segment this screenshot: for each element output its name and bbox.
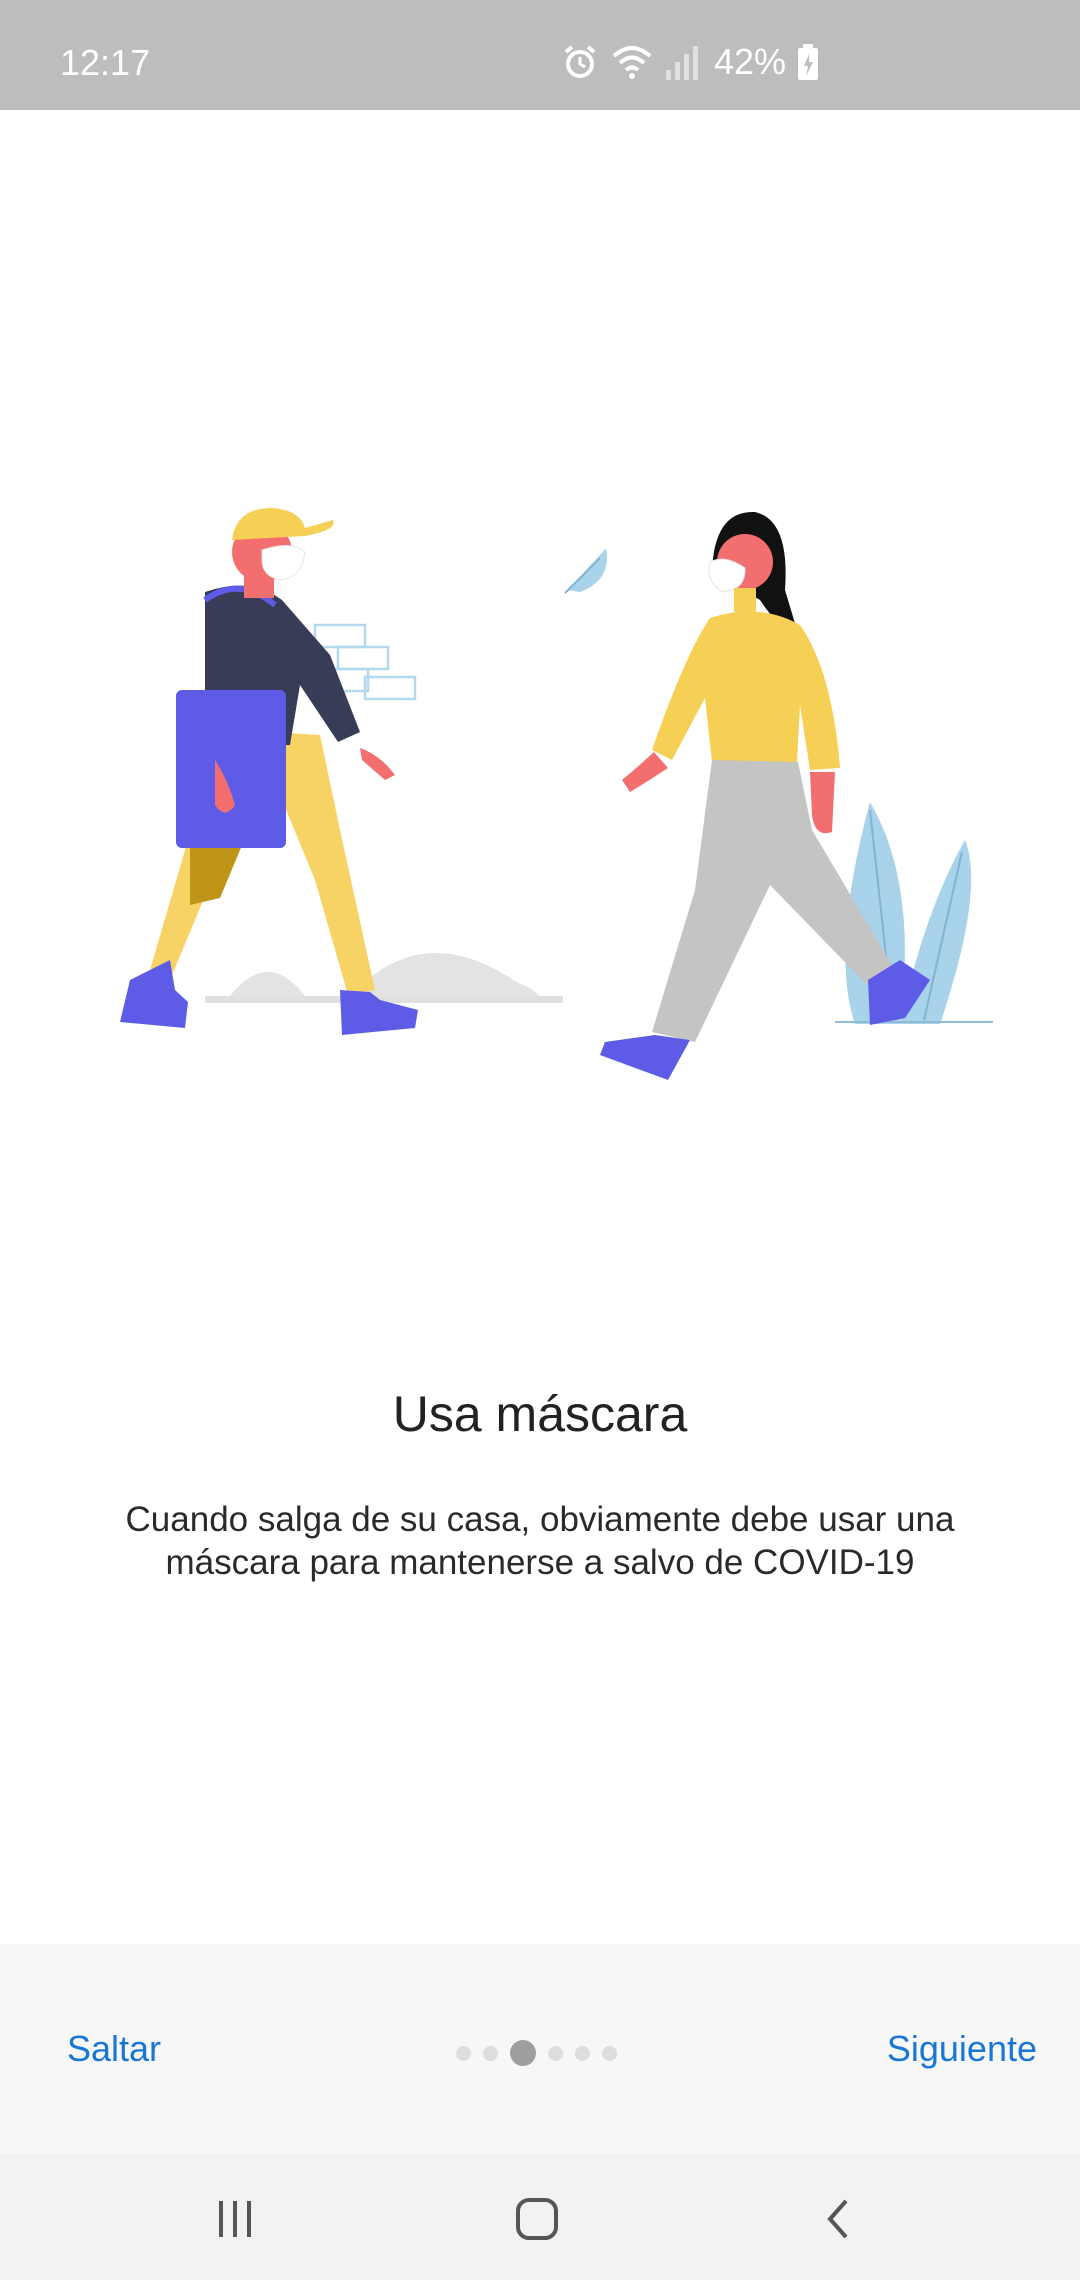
battery-percentage: 42%	[714, 41, 787, 82]
page-dot-active	[510, 2040, 536, 2066]
skip-button[interactable]: Saltar	[67, 2028, 161, 2070]
recent-apps-icon[interactable]	[205, 2189, 265, 2249]
two-people-wearing-masks-illustration	[120, 508, 993, 1080]
status-icons: 42%	[560, 40, 820, 84]
battery-charging-icon	[798, 44, 819, 80]
system-nav-bar	[0, 2154, 1080, 2280]
onboarding-title: Usa máscara	[392, 1386, 688, 1442]
page-dot	[483, 2045, 498, 2061]
cell-signal-icon	[666, 46, 698, 80]
page-dot	[456, 2045, 471, 2061]
alarm-icon	[564, 45, 596, 78]
page-dot	[602, 2045, 617, 2061]
page-dot	[548, 2045, 563, 2061]
wifi-icon	[612, 46, 652, 79]
home-icon[interactable]	[507, 2189, 567, 2249]
page-dot	[575, 2045, 590, 2061]
onboarding-description: Cuando salga de su casa, obviamente debe…	[125, 1500, 955, 1582]
status-bar: 12:17 42%	[0, 0, 1080, 110]
onboarding-footer: Saltar Siguiente	[0, 1944, 1080, 2154]
back-icon[interactable]	[810, 2189, 870, 2249]
page-indicator	[456, 2040, 629, 2066]
status-time: 12:17	[60, 42, 151, 83]
next-button[interactable]: Siguiente	[887, 2028, 1037, 2070]
